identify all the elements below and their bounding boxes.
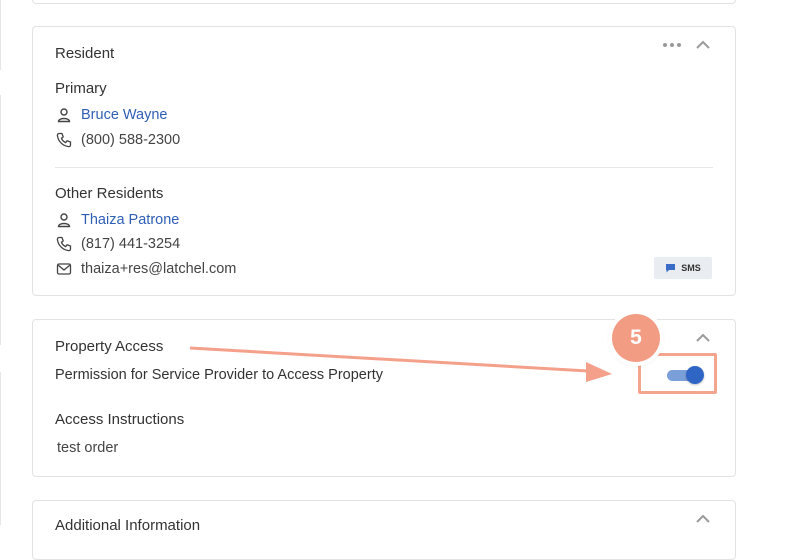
phone-icon (55, 131, 73, 149)
resident-divider (55, 167, 713, 168)
step-number-badge: 5 (612, 314, 660, 362)
access-card-actions (695, 332, 711, 344)
additional-card-actions (695, 513, 711, 525)
phone-icon (55, 235, 73, 253)
other-name-row: Thaiza Patrone (55, 211, 179, 229)
primary-name-row: Bruce Wayne (55, 106, 168, 124)
resident-title: Resident (55, 45, 115, 62)
email-icon (55, 260, 73, 278)
other-phone: (817) 441-3254 (81, 236, 181, 252)
other-residents-label: Other Residents (55, 185, 164, 202)
person-icon (55, 106, 73, 124)
previous-card (32, 0, 736, 4)
primary-phone-row: (800) 588-2300 (55, 131, 180, 149)
left-rail (0, 0, 8, 525)
other-email-row: thaiza+res@latchel.com (55, 260, 236, 278)
sms-label: SMS (681, 263, 701, 273)
rail-segment (0, 95, 1, 345)
other-phone-row: (817) 441-3254 (55, 235, 180, 253)
chevron-up-icon[interactable] (695, 513, 711, 525)
access-instructions-label: Access Instructions (55, 411, 185, 428)
rail-segment (0, 372, 1, 525)
other-resident-link[interactable]: Thaiza Patrone (81, 212, 179, 228)
primary-phone: (800) 588-2300 (81, 132, 181, 148)
sms-button[interactable]: SMS (654, 257, 712, 279)
other-email: thaiza+res@latchel.com (81, 261, 237, 277)
primary-resident-link[interactable]: Bruce Wayne (81, 107, 168, 123)
chat-bubble-icon (666, 264, 676, 273)
additional-info-card: Additional Information (32, 500, 736, 560)
highlight-box (638, 353, 717, 394)
chevron-up-icon[interactable] (695, 39, 711, 51)
permission-label: Permission for Service Provider to Acces… (55, 367, 383, 383)
access-instructions-value: test order (57, 440, 119, 456)
chevron-up-icon[interactable] (695, 332, 711, 344)
rail-segment (0, 0, 1, 70)
primary-label: Primary (55, 80, 107, 97)
property-access-title: Property Access (55, 338, 164, 355)
resident-card: Resident Primary Bruce Wayne (800) 588-2… (32, 26, 736, 296)
toggle-knob (686, 366, 704, 384)
access-permission-toggle[interactable] (667, 366, 705, 384)
more-dots-icon[interactable] (663, 43, 681, 47)
person-icon (55, 211, 73, 229)
resident-card-actions (663, 39, 711, 51)
additional-info-title: Additional Information (55, 517, 201, 534)
